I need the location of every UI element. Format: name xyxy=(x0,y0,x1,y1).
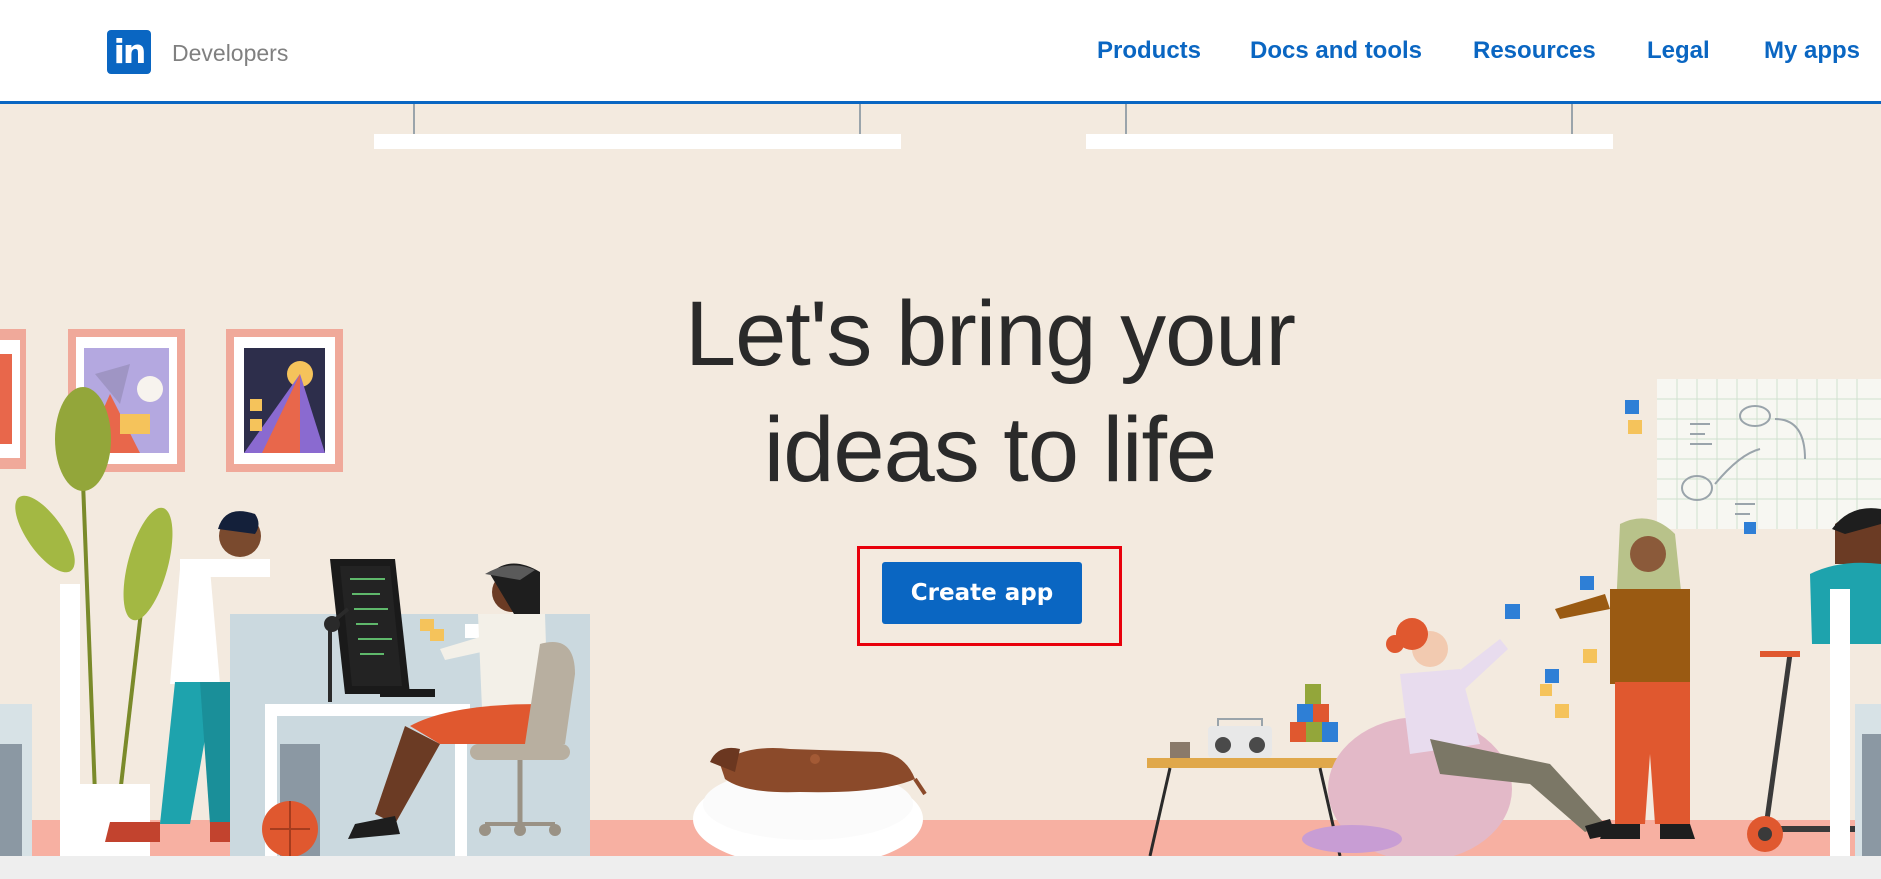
hero-headline: Let's bring your ideas to life xyxy=(540,276,1440,508)
brand-label: Developers xyxy=(172,40,289,66)
page-divider xyxy=(0,856,1881,879)
ceiling-lights-icon xyxy=(374,104,1613,149)
linkedin-logo-icon[interactable]: in xyxy=(107,30,151,74)
nav-products-link[interactable]: Products xyxy=(1097,37,1201,65)
nav-legal-link[interactable]: Legal xyxy=(1647,37,1710,65)
hero-headline-line-1: Let's bring your xyxy=(684,283,1296,385)
dog-on-cushion-icon xyxy=(693,747,927,856)
hero-headline-line-2: ideas to life xyxy=(763,399,1217,501)
nav-docs-and-tools-link[interactable]: Docs and tools xyxy=(1250,37,1422,65)
hero-section: Let's bring your ideas to life Create ap… xyxy=(0,104,1881,856)
left-office-scene-icon xyxy=(0,329,590,856)
create-app-button[interactable]: Create app xyxy=(882,562,1082,624)
top-nav-bar: in Developers Products Docs and tools Re… xyxy=(0,0,1881,104)
nav-resources-link[interactable]: Resources xyxy=(1473,37,1596,65)
nav-my-apps-link[interactable]: My apps xyxy=(1764,37,1860,65)
